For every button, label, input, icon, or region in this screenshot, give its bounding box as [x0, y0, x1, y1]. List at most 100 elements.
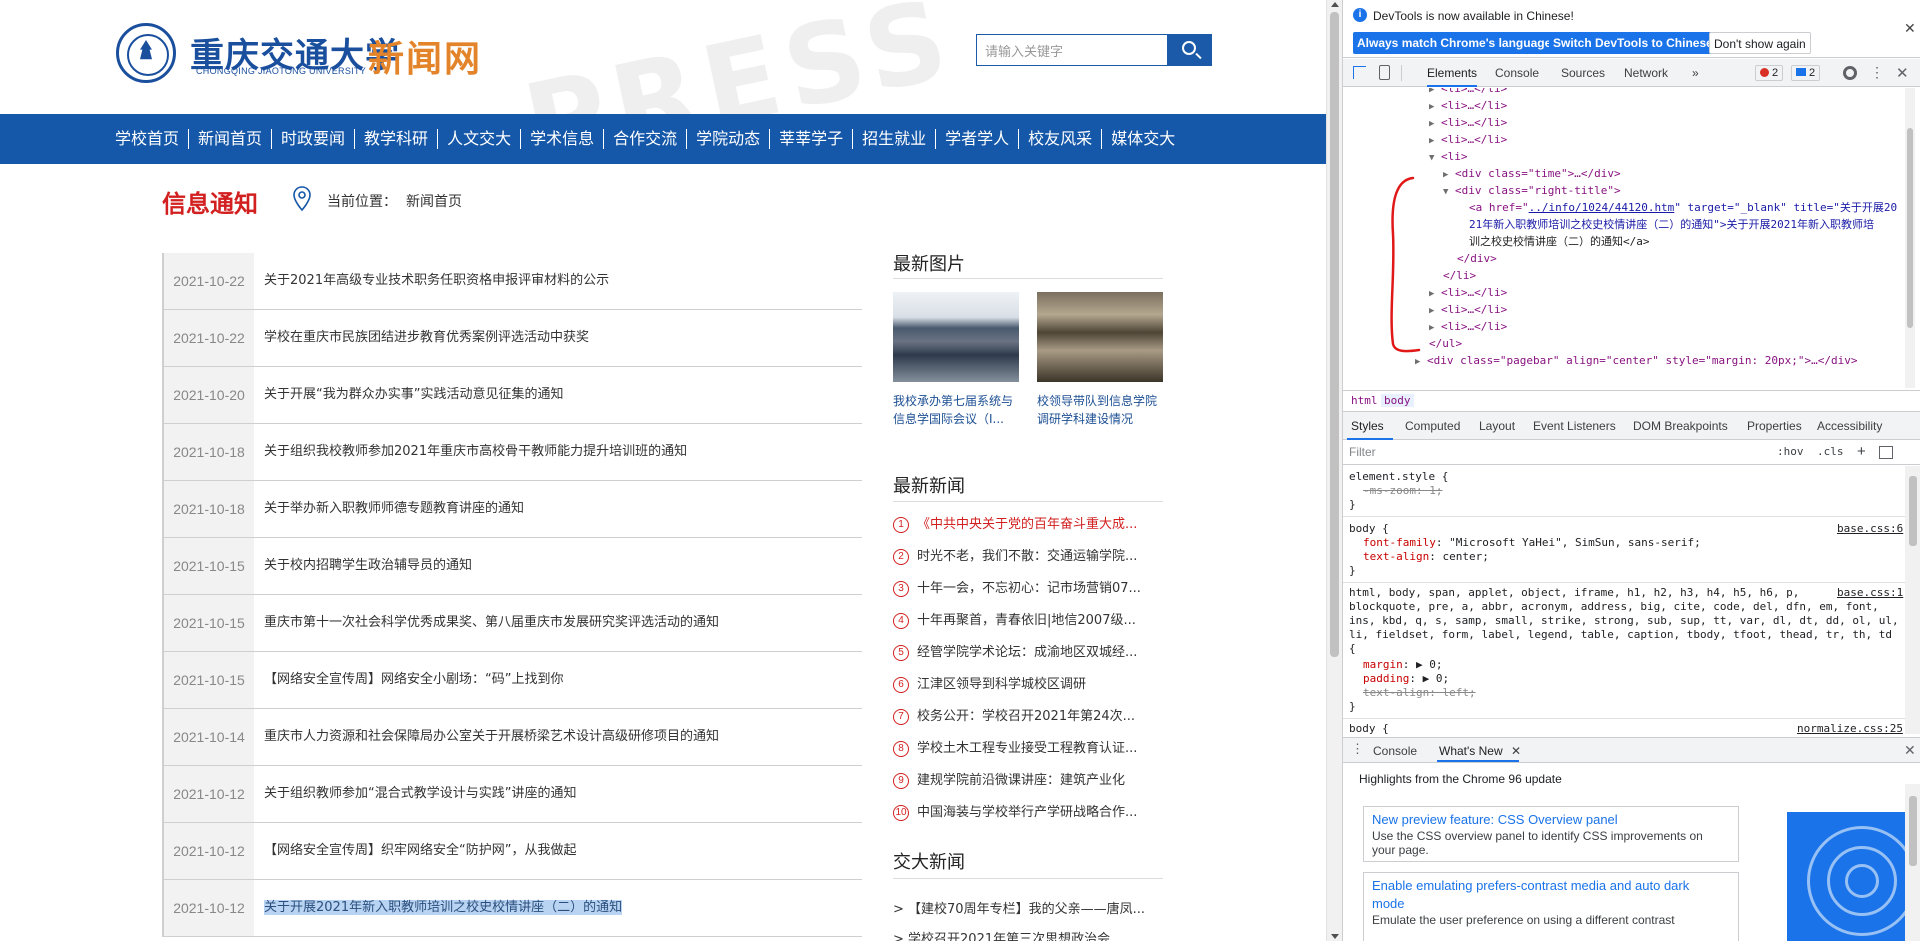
university-logo-icon[interactable]: [116, 23, 176, 83]
crumb-html[interactable]: html: [1351, 394, 1378, 407]
news-row[interactable]: 2021-10-18 关于举办新入职教师师德专题教育讲座的通知: [162, 481, 862, 538]
tab-computed[interactable]: Computed: [1405, 419, 1460, 433]
dom-scroll-thumb[interactable]: [1907, 128, 1913, 328]
search-button[interactable]: [1168, 34, 1212, 66]
dom-node[interactable]: </div>: [1457, 250, 1497, 267]
switch-chinese-button[interactable]: Switch DevTools to Chinese: [1549, 32, 1717, 54]
latest-news-item[interactable]: 9 建规学院前沿微课讲座：建筑产业化: [893, 769, 1163, 801]
nav-item[interactable]: 招生就业: [853, 129, 937, 149]
news-title-link[interactable]: 重庆市人力资源和社会保障局办公室关于开展桥梁艺术设计高级研修项目的通知: [264, 709, 719, 765]
message-count-badge[interactable]: 2: [1791, 65, 1821, 81]
gear-icon[interactable]: [1843, 66, 1857, 80]
drawer-tab-whats-new[interactable]: What's New: [1439, 744, 1503, 758]
latest-news-item[interactable]: 5 经管学院学术论坛：成渝地区双城经...: [893, 641, 1163, 673]
css-selector[interactable]: body {: [1349, 722, 1389, 734]
css-selector[interactable]: element.style {: [1349, 470, 1448, 484]
error-count-badge[interactable]: 2: [1755, 65, 1784, 81]
nav-item[interactable]: 学者学人: [936, 129, 1020, 149]
latest-news-item[interactable]: 8 学校土木工程专业接受工程教育认证...: [893, 737, 1163, 769]
css-source-link[interactable]: base.css:6: [1837, 522, 1903, 536]
dom-node[interactable]: 训之校史校情讲座（二）的通知</a>: [1469, 233, 1650, 250]
card-title[interactable]: New preview feature: CSS Overview panel: [1372, 811, 1730, 829]
dom-node[interactable]: <a href="../info/1024/44120.htm" target=…: [1469, 199, 1897, 216]
css-source-link[interactable]: base.css:1: [1837, 586, 1903, 600]
class-toggle[interactable]: .cls: [1817, 445, 1844, 458]
hover-state-toggle[interactable]: :hov: [1777, 445, 1804, 458]
css-source-link[interactable]: normalize.css:25: [1797, 722, 1903, 734]
photo-caption[interactable]: 我校承办第七届系统与 信息学国际会议（I...: [893, 392, 1019, 428]
nav-item[interactable]: 学院动态: [687, 129, 771, 149]
css-selector[interactable]: ins, kbd, q, s, samp, small, strike, str…: [1349, 614, 1899, 628]
news-title-link[interactable]: 关于开展2021年新入职教师培训之校史校情讲座（二）的通知: [264, 880, 623, 936]
search-input[interactable]: 请输入关键字: [976, 34, 1168, 66]
news-title-link[interactable]: 关于组织我校教师参加2021年重庆市高校骨干教师能力提升培训班的通知: [264, 424, 687, 480]
nav-item[interactable]: 教学科研: [355, 129, 439, 149]
latest-news-item[interactable]: 1 《中共中央关于党的百年奋斗重大成...: [893, 513, 1163, 545]
css-declaration[interactable]: -ms-zoom: 1;: [1363, 484, 1442, 498]
scroll-down-icon[interactable]: [1331, 934, 1339, 939]
latest-news-item[interactable]: 4 十年再聚首，青春依旧|地信2007级...: [893, 609, 1163, 641]
news-row[interactable]: 2021-10-14 重庆市人力资源和社会保障局办公室关于开展桥梁艺术设计高级研修…: [162, 709, 862, 766]
news-title-link[interactable]: 【网络安全宣传周】网络安全小剧场：“码”上找到你: [264, 652, 563, 708]
nav-item[interactable]: 新闻首页: [189, 129, 273, 149]
css-selector[interactable]: blockquote, pre, a, abbr, acronym, addre…: [1349, 600, 1879, 614]
tab-console[interactable]: Console: [1495, 59, 1539, 87]
css-selector[interactable]: li, fieldset, form, label, legend, table…: [1349, 628, 1892, 642]
news-row[interactable]: 2021-10-18 关于组织我校教师参加2021年重庆市高校骨干教师能力提升培训…: [162, 424, 862, 481]
page-scrollbar[interactable]: [1326, 0, 1342, 941]
news-row[interactable]: 2021-10-12 关于开展2021年新入职教师培训之校史校情讲座（二）的通知: [162, 880, 862, 937]
css-declaration[interactable]: text-align: center;: [1363, 550, 1489, 564]
news-row[interactable]: 2021-10-15 【网络安全宣传周】网络安全小剧场：“码”上找到你: [162, 652, 862, 709]
styles-scrollbar[interactable]: [1905, 466, 1920, 734]
tab-dom-breakpoints[interactable]: DOM Breakpoints: [1633, 419, 1728, 433]
crumb-body[interactable]: body: [1381, 394, 1414, 407]
nav-item[interactable]: 学术信息: [521, 129, 605, 149]
news-photo[interactable]: [1037, 292, 1163, 382]
news-title-link[interactable]: 关于开展“我为群众办实事”实践活动意见征集的通知: [264, 367, 563, 423]
news-row[interactable]: 2021-10-12 【网络安全宣传周】织牢网络安全“防护网”，从我做起: [162, 823, 862, 880]
nav-item[interactable]: 莘莘学子: [770, 129, 854, 149]
news-title-link[interactable]: 重庆市第十一次社会科学优秀成果奖、第八届重庆市发展研究奖评选活动的通知: [264, 595, 719, 651]
more-tabs-icon[interactable]: »: [1692, 59, 1699, 87]
dont-show-again-button[interactable]: Don't show again: [1709, 32, 1811, 54]
nav-item[interactable]: 人文交大: [438, 129, 522, 149]
latest-news-item[interactable]: 3 十年一会，不忘初心：记市场营销07...: [893, 577, 1163, 609]
styles-scroll-thumb[interactable]: [1909, 476, 1917, 546]
page-scroll-thumb[interactable]: [1330, 12, 1339, 657]
news-photo[interactable]: [893, 292, 1019, 382]
scroll-up-icon[interactable]: [1331, 2, 1339, 7]
inspect-cursor-icon[interactable]: [1353, 66, 1366, 79]
nav-item[interactable]: 时政要闻: [272, 129, 356, 149]
tab-event-listeners[interactable]: Event Listeners: [1533, 419, 1616, 433]
dom-node[interactable]: </ul>: [1429, 335, 1462, 352]
tab-layout[interactable]: Layout: [1479, 419, 1515, 433]
css-selector[interactable]: html, body, span, applet, object, iframe…: [1349, 586, 1799, 600]
css-selector[interactable]: body {: [1349, 522, 1389, 536]
close-icon[interactable]: ✕: [1511, 744, 1521, 758]
news-title-link[interactable]: 关于组织教师参加“混合式教学设计与实践”讲座的通知: [264, 766, 576, 822]
kebab-menu-icon[interactable]: ⋮: [1351, 742, 1364, 755]
news-title-link[interactable]: 关于举办新入职教师师德专题教育讲座的通知: [264, 481, 524, 537]
nav-item[interactable]: 媒体交大: [1102, 129, 1184, 149]
css-declaration[interactable]: text-align: left;: [1363, 686, 1476, 700]
news-row[interactable]: 2021-10-20 关于开展“我为群众办实事”实践活动意见征集的通知: [162, 367, 862, 424]
tab-styles[interactable]: Styles: [1351, 419, 1384, 433]
jd-news-item[interactable]: > 学校召开2021年第三次思想政治会: [893, 928, 1163, 941]
tab-elements[interactable]: Elements: [1427, 59, 1478, 87]
news-row[interactable]: 2021-10-22 关于2021年高级专业技术职务任职资格申报评审材料的公示: [162, 253, 862, 310]
dom-node[interactable]: </li>: [1443, 267, 1476, 284]
latest-news-item[interactable]: 2 时光不老，我们不散：交通运输学院...: [893, 545, 1163, 577]
nav-item[interactable]: 合作交流: [604, 129, 688, 149]
tab-sources[interactable]: Sources: [1561, 59, 1605, 87]
whats-new-card[interactable]: Enable emulating prefers-contrast media …: [1363, 872, 1739, 941]
close-icon[interactable]: ✕: [1904, 742, 1916, 759]
latest-news-item[interactable]: 7 校务公开：学校召开2021年第24次...: [893, 705, 1163, 737]
news-title-link[interactable]: 学校在重庆市民族团结进步教育优秀案例评选活动中获奖: [264, 310, 589, 366]
drawer-tab-console[interactable]: Console: [1373, 744, 1417, 758]
kebab-menu-icon[interactable]: ⋮: [1870, 64, 1884, 80]
css-declaration[interactable]: margin: ▶ 0;: [1363, 658, 1443, 672]
sidebar-toggle-icon[interactable]: [1879, 446, 1893, 459]
card-title[interactable]: mode: [1372, 895, 1730, 913]
news-row[interactable]: 2021-10-12 关于组织教师参加“混合式教学设计与实践”讲座的通知: [162, 766, 862, 823]
news-title-link[interactable]: 【网络安全宣传周】织牢网络安全“防护网”，从我做起: [264, 823, 576, 879]
